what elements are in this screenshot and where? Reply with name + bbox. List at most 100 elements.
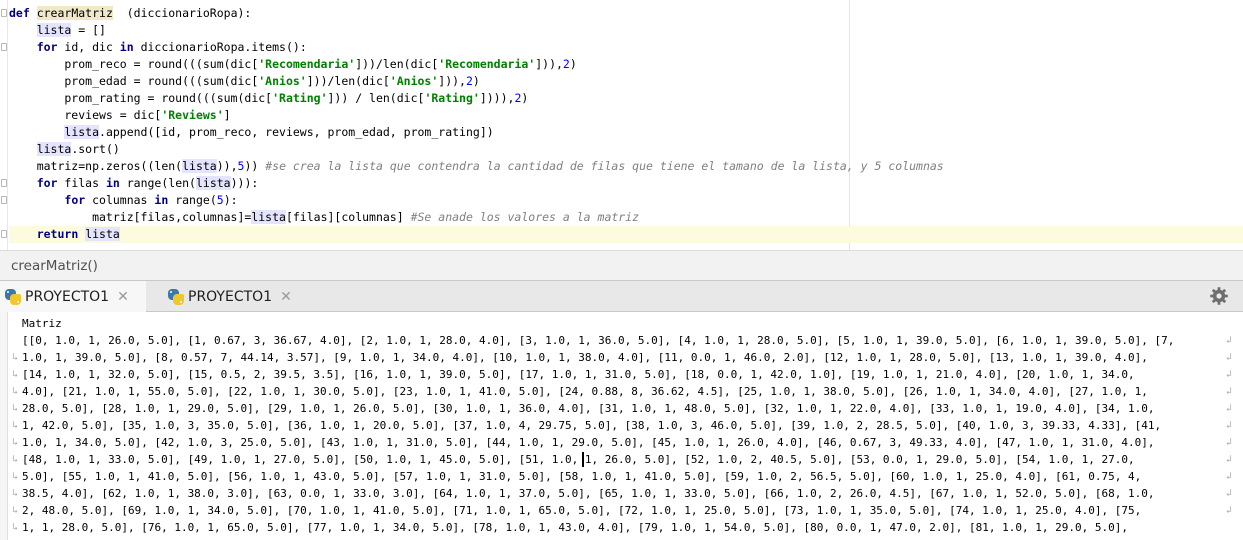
soft-wrap-icon: ↳ (12, 369, 19, 380)
code-token: ]))/len(dic[ (355, 57, 439, 71)
code-token: = [] (71, 23, 106, 37)
code-token: prom_reco = round(((sum(dic[ (9, 57, 259, 71)
fold-marker-icon[interactable] (1, 196, 7, 204)
code-line[interactable]: matriz[filas,columnas]=lista[filas][colu… (9, 209, 639, 226)
code-token: lista (182, 159, 217, 173)
code-token: (diccionarioRopa): (112, 6, 252, 20)
soft-wrap-icon: ↲ (1226, 335, 1233, 346)
code-token: matriz=np.zeros((len( (9, 159, 183, 173)
soft-wrap-icon: ↳ (12, 386, 19, 397)
code-line[interactable]: for columnas in range(5): (9, 192, 238, 209)
code-token: ): (223, 193, 238, 207)
code-token: ))): (230, 176, 259, 190)
soft-wrap-icon: ↲ (1226, 471, 1233, 482)
code-line[interactable]: reviews = dic['Reviews'] (9, 107, 231, 124)
run-tab-label: PROYECTO1 (188, 288, 273, 305)
code-token: def (9, 6, 37, 20)
run-console-output[interactable]: Matriz [[0, 1.0, 1, 26.0, 5.0], [1, 0.67,… (0, 312, 1243, 540)
code-token: .sort() (71, 142, 120, 156)
soft-wrap-icon: ↲ (1226, 437, 1233, 448)
console-line: 1.0, 1, 39.0, 5.0], [8, 0.57, 7, 44.14, … (22, 351, 1148, 364)
code-line[interactable]: lista.sort() (9, 141, 120, 158)
soft-wrap-icon: ↲ (1226, 488, 1233, 499)
console-line: 5.0], [55, 1.0, 1, 41.0, 5.0], [56, 1.0,… (22, 470, 1142, 483)
code-token: ) (569, 57, 577, 71)
code-line[interactable]: prom_reco = round(((sum(dic[ 'Recomendari… (9, 56, 577, 73)
code-token: ) (521, 91, 529, 105)
console-line: [48, 1.0, 1, 33.0, 5.0], [49, 1.0, 1, 27… (22, 453, 1135, 466)
code-line[interactable]: lista.append([id, prom_reco, reviews, pr… (9, 124, 494, 141)
console-line: 1, 1, 28.0, 5.0], [76, 1.0, 1, 65.0, 5.0… (22, 521, 1128, 534)
code-token: 2 (562, 57, 570, 71)
code-token: crearMatriz (36, 6, 113, 20)
code-token: in (119, 40, 134, 54)
code-line[interactable]: matriz=np.zeros((len(lista)),5)) #se cre… (9, 158, 944, 175)
console-line: [[0, 1.0, 1, 26.0, 5.0], [1, 0.67, 3, 36… (22, 334, 1175, 347)
code-line[interactable]: def crearMatriz (diccionarioRopa): (9, 5, 251, 22)
code-token: 'Anios' (389, 74, 439, 88)
soft-wrap-icon: ↲ (1226, 420, 1233, 431)
fold-marker-icon[interactable] (1, 230, 7, 238)
soft-wrap-icon: ↳ (12, 454, 19, 465)
code-line[interactable]: return lista (9, 226, 1243, 243)
code-token: lista (85, 227, 120, 241)
soft-wrap-icon: ↳ (12, 420, 19, 431)
close-icon[interactable]: ✕ (117, 289, 129, 305)
code-token: ])), (535, 57, 563, 71)
soft-wrap-icon: ↳ (12, 471, 19, 482)
console-line: 4.0], [21, 1.0, 1, 55.0, 5.0], [22, 1.0,… (22, 385, 1148, 398)
breadcrumb-function[interactable]: crearMatriz() (11, 258, 98, 274)
soft-wrap-icon: ↲ (1226, 454, 1233, 465)
close-icon[interactable]: ✕ (280, 289, 292, 305)
python-icon (167, 288, 185, 306)
code-token: for (64, 193, 86, 207)
console-line: 1, 42.0, 5.0], [35, 1.0, 3, 35.0, 5.0], … (22, 419, 1162, 432)
code-token: ]))), (479, 91, 515, 105)
code-line[interactable]: for id, dic in diccionarioRopa.items(): (9, 39, 307, 56)
soft-wrap-icon: ↲ (1226, 352, 1233, 363)
code-line[interactable]: lista = [] (9, 22, 106, 39)
fold-marker-icon[interactable] (1, 179, 7, 187)
code-token: prom_rating = round(((sum(dic[ (9, 91, 273, 105)
code-token: ]))/len(dic[ (306, 74, 390, 88)
code-line[interactable]: prom_rating = round(((sum(dic['Rating'])… (9, 90, 528, 107)
soft-wrap-icon: ↲ (1226, 505, 1233, 516)
code-token: )) (244, 159, 266, 173)
code-token: for (36, 40, 58, 54)
code-token: 'Anios' (258, 74, 307, 88)
run-tab-proyecto1-first[interactable]: PROYECTO1 ✕ (0, 281, 146, 312)
code-token: columnas (85, 193, 155, 207)
editor-gutter (0, 0, 8, 250)
code-line[interactable]: for filas in range(len(lista))): (9, 175, 258, 192)
console-line: 38.5, 4.0], [62, 1.0, 1, 38.0, 3.0], [63… (22, 487, 1155, 500)
code-token: matriz[filas,columnas]= (9, 210, 252, 224)
soft-wrap-icon: ↲ (1226, 386, 1233, 397)
code-token: #se crea la lista que contendra la canti… (265, 159, 944, 173)
run-tab-proyecto1-second[interactable]: PROYECTO1 ✕ (163, 281, 309, 312)
code-token: #Se anade los valores a la matriz (410, 210, 640, 224)
code-line[interactable]: prom_edad = round(((sum(dic['Anios']))/l… (9, 73, 479, 90)
console-line: [14, 1.0, 1, 32.0, 5.0], [15, 0.5, 2, 39… (22, 368, 1135, 381)
code-token: .append([id, prom_reco, reviews, prom_ed… (99, 125, 494, 139)
code-token: ])), (438, 74, 466, 88)
console-line: 2, 48.0, 5.0], [69, 1.0, 1, 34.0, 5.0], … (22, 504, 1142, 517)
code-token: ])) / len(dic[ (327, 91, 425, 105)
code-token: lista (195, 176, 231, 190)
run-tab-bar: PROYECTO1 ✕ PROYECTO1 ✕ (0, 280, 1243, 312)
code-token: 'Reviews' (161, 108, 224, 122)
gear-icon[interactable] (1209, 286, 1229, 306)
fold-marker-icon[interactable] (1, 9, 7, 17)
text-caret (582, 452, 584, 467)
code-token: 5 (216, 193, 224, 207)
code-editor[interactable]: def crearMatriz (diccionarioRopa): lista… (0, 0, 1243, 250)
code-token: 'Recomendaria' (438, 57, 536, 71)
code-token: range( (168, 193, 217, 207)
code-token: lista (64, 125, 100, 139)
fold-marker-icon[interactable] (1, 43, 7, 51)
code-token: ] (223, 108, 231, 122)
code-token: prom_edad = round(((sum(dic[ (9, 74, 259, 88)
